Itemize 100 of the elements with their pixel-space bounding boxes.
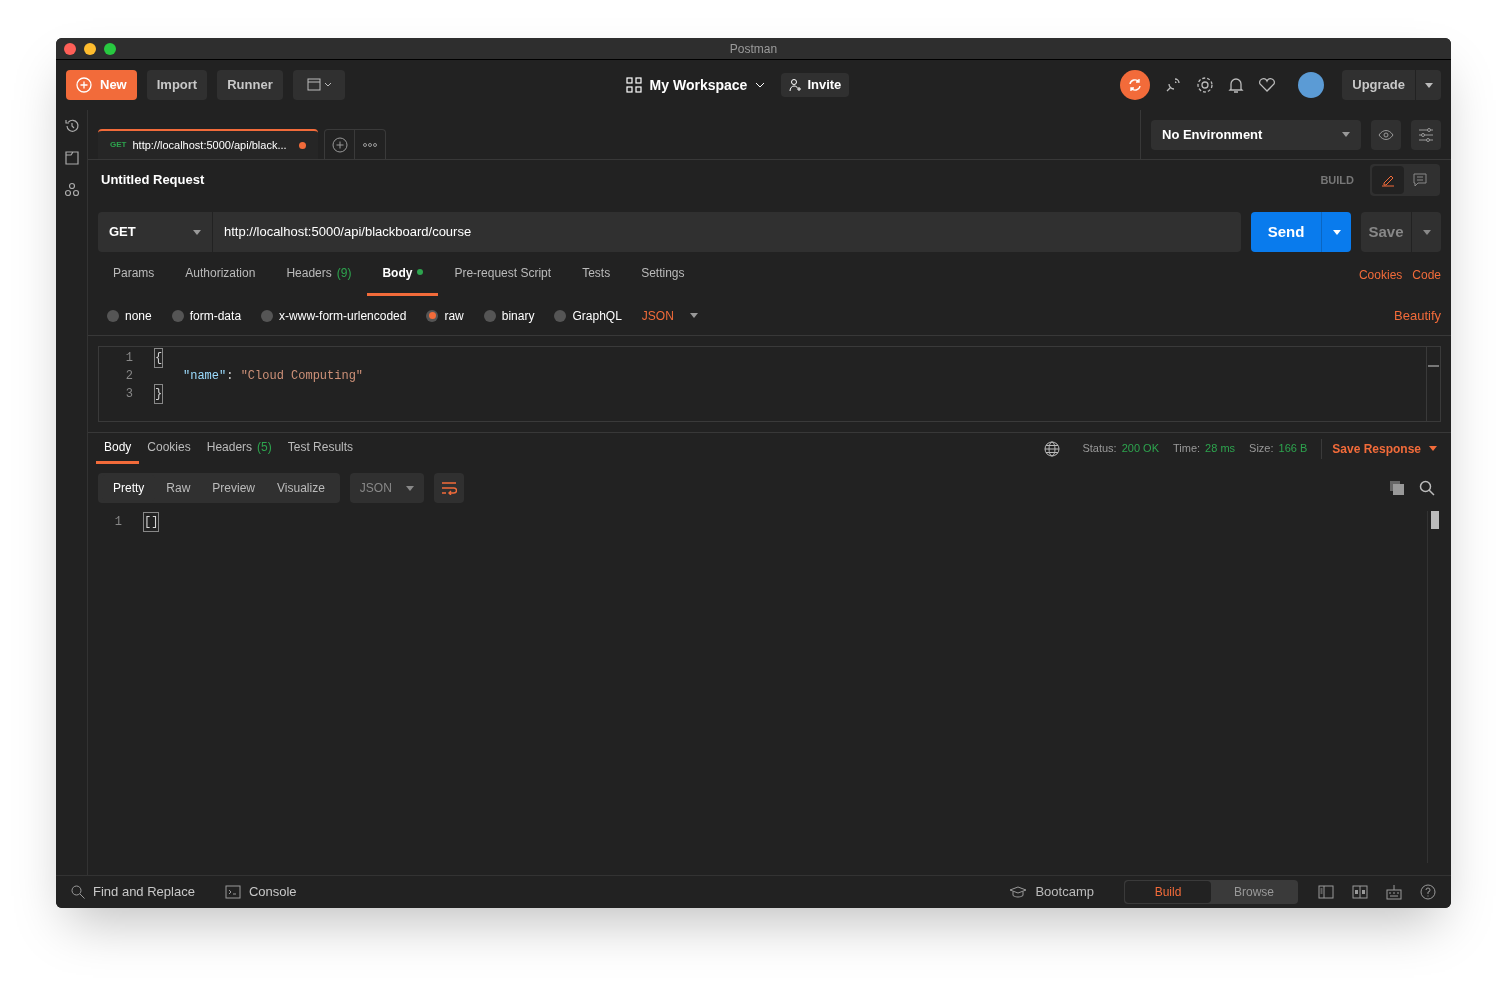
invite-button[interactable]: Invite [781, 73, 850, 97]
meta-value: 166 B [1278, 441, 1308, 457]
heart-icon[interactable] [1258, 77, 1277, 93]
meta-label: Time: [1173, 441, 1201, 457]
beautify-link[interactable]: Beautify [1394, 305, 1441, 326]
caret-icon [1332, 229, 1341, 235]
chevron-down-icon [755, 82, 766, 88]
save-button[interactable]: Save [1361, 212, 1441, 252]
response-tab[interactable]: Headers (5) [198, 433, 280, 464]
body-type-label[interactable]: form-data [189, 306, 242, 325]
settings-icon[interactable] [1196, 76, 1215, 94]
sync-icon[interactable] [1120, 70, 1151, 100]
copy-icon[interactable] [1389, 480, 1405, 496]
response-tab[interactable]: Body [96, 433, 140, 464]
runner-button[interactable]: Runner [217, 70, 283, 100]
eye-icon[interactable] [1371, 119, 1401, 150]
save-response-button[interactable]: Save Response [1321, 438, 1437, 459]
search-icon[interactable] [1419, 480, 1435, 496]
radio-button[interactable] [426, 309, 439, 322]
meta-value: 28 ms [1205, 441, 1236, 457]
view-mode-tab[interactable]: Preview [201, 475, 267, 501]
radio-button[interactable] [261, 309, 274, 322]
request-section-tab[interactable]: Params [98, 264, 170, 296]
find-replace-button[interactable]: Find and Replace [71, 882, 195, 902]
bell-icon[interactable] [1228, 76, 1245, 94]
body-format-dropdown[interactable]: JSON [641, 306, 698, 325]
caret-icon [405, 485, 414, 491]
window-title: Postman [729, 40, 778, 58]
upgrade-button[interactable]: Upgrade [1342, 70, 1441, 100]
meta-value: 200 OK [1121, 441, 1159, 457]
body-type-label[interactable]: x-www-form-urlencoded [279, 306, 407, 325]
link[interactable]: Code [1412, 266, 1441, 284]
request-section-tab[interactable]: Pre-request Script [439, 264, 567, 296]
request-body-editor[interactable]: 1 { 2 "name": "Cloud Computing" 3 } [98, 346, 1441, 422]
body-type-label[interactable]: GraphQL [572, 306, 622, 325]
send-button[interactable]: Send [1251, 212, 1351, 252]
request-section-tab[interactable]: Tests [567, 264, 626, 296]
request-section-tab[interactable]: Body [367, 264, 439, 296]
sliders-icon[interactable] [1411, 119, 1441, 150]
response-tab[interactable]: Cookies [139, 433, 199, 464]
close-icon[interactable] [64, 42, 76, 55]
new-window-button[interactable] [292, 70, 345, 100]
two-pane-icon[interactable] [1352, 885, 1368, 899]
request-title: Untitled Request [101, 171, 205, 190]
workspace-selector[interactable]: My Workspace [625, 74, 766, 96]
mode-toggle-option[interactable]: Build [1125, 881, 1211, 903]
caret-icon [1422, 229, 1431, 235]
radio-button[interactable] [171, 309, 184, 322]
radio-button[interactable] [483, 309, 496, 322]
apis-icon[interactable] [63, 182, 80, 198]
line-number: 3 [124, 386, 134, 403]
method-label: GET [110, 139, 127, 151]
plus-icon [76, 77, 92, 93]
response-tab[interactable]: Test Results [279, 433, 362, 464]
environment-dropdown[interactable]: No Environment [1151, 119, 1361, 150]
zoom-icon[interactable] [104, 42, 116, 55]
meta-label: Status: [1082, 441, 1117, 457]
import-button[interactable]: Import [146, 70, 208, 100]
wrap-lines-icon[interactable] [433, 473, 464, 503]
radio-button[interactable] [107, 309, 119, 322]
code-line: "name": "Cloud Computing" [182, 368, 364, 385]
method-dropdown[interactable]: GET [98, 212, 212, 252]
history-icon[interactable] [63, 118, 80, 134]
line-number: 1 [124, 350, 134, 367]
body-type-label[interactable]: none [125, 306, 152, 325]
request-section-tab[interactable]: Authorization [170, 264, 271, 296]
request-section-tab[interactable]: Settings [626, 264, 700, 296]
view-mode-tab[interactable]: Raw [155, 475, 202, 501]
minimize-icon[interactable] [84, 42, 96, 55]
request-tab[interactable]: GET http://localhost:5000/api/black... [98, 129, 318, 159]
folder-icon[interactable] [63, 150, 80, 166]
graduation-cap-icon [1009, 886, 1028, 898]
view-mode-tab[interactable]: Visualize [266, 475, 336, 501]
sidebar-layout-icon[interactable] [1318, 885, 1334, 899]
console-button[interactable]: Console [224, 882, 297, 902]
url-field[interactable]: http://localhost:5000/api/blackboard/course [213, 212, 1241, 252]
bootcamp-button[interactable]: Bootcamp [1009, 882, 1094, 902]
tab-url: http://localhost:5000/api/black... [132, 137, 288, 153]
person-plus-icon [789, 78, 804, 92]
request-section-tab[interactable]: Headers (9) [271, 264, 367, 296]
window-plus-icon [306, 78, 331, 92]
caret-icon [1424, 82, 1433, 88]
avatar-icon[interactable] [1298, 72, 1325, 98]
radio-button[interactable] [554, 309, 567, 322]
format-dropdown[interactable]: JSON [349, 473, 424, 503]
body-type-label[interactable]: raw [444, 306, 464, 325]
body-type-label[interactable]: binary [501, 306, 535, 325]
globe-icon[interactable] [1044, 440, 1061, 457]
link[interactable]: Cookies [1358, 266, 1403, 284]
meta-label: Size: [1249, 441, 1274, 457]
help-icon[interactable] [1420, 884, 1436, 900]
terminal-icon [224, 885, 241, 899]
caret-icon [193, 229, 201, 235]
keyboard-icon[interactable] [1386, 884, 1402, 900]
mode-label: BUILD [1320, 172, 1354, 188]
line-number: 2 [124, 368, 134, 385]
mode-toggle-option[interactable]: Browse [1211, 881, 1297, 903]
pencil-icon[interactable] [1372, 166, 1404, 194]
caret-icon [1429, 446, 1437, 451]
caret-icon [1342, 132, 1350, 137]
